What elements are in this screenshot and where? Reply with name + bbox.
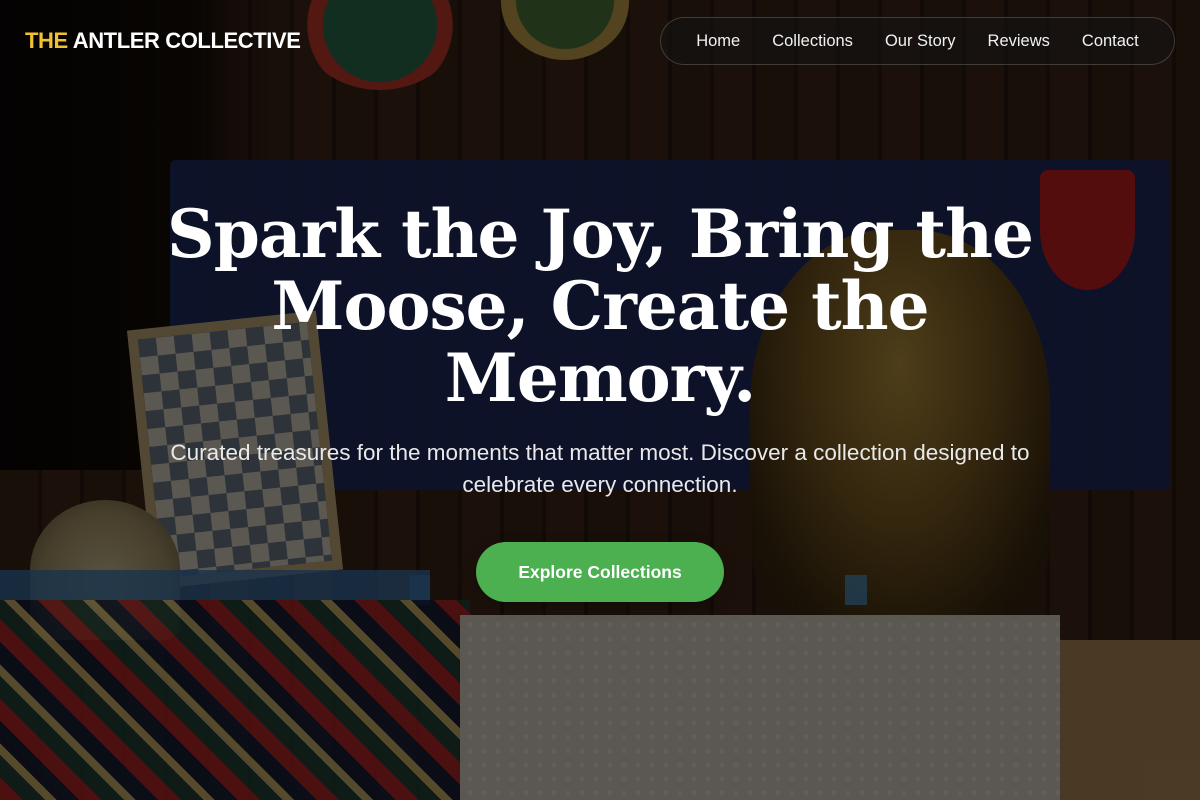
hero-title-line: Memory.	[444, 339, 756, 417]
hero-subtitle: Curated treasures for the moments that m…	[170, 440, 1030, 497]
hero-title: Spark the Joy, Bring the Moose, Create t…	[150, 198, 1050, 414]
explore-collections-button[interactable]: Explore Collections	[476, 542, 724, 602]
hero-section: Spark the Joy, Bring the Moose, Create t…	[0, 0, 1200, 800]
hero-title-line: Moose, Create the	[271, 267, 929, 345]
hero-title-line: Spark the Joy, Bring the	[167, 195, 1034, 273]
